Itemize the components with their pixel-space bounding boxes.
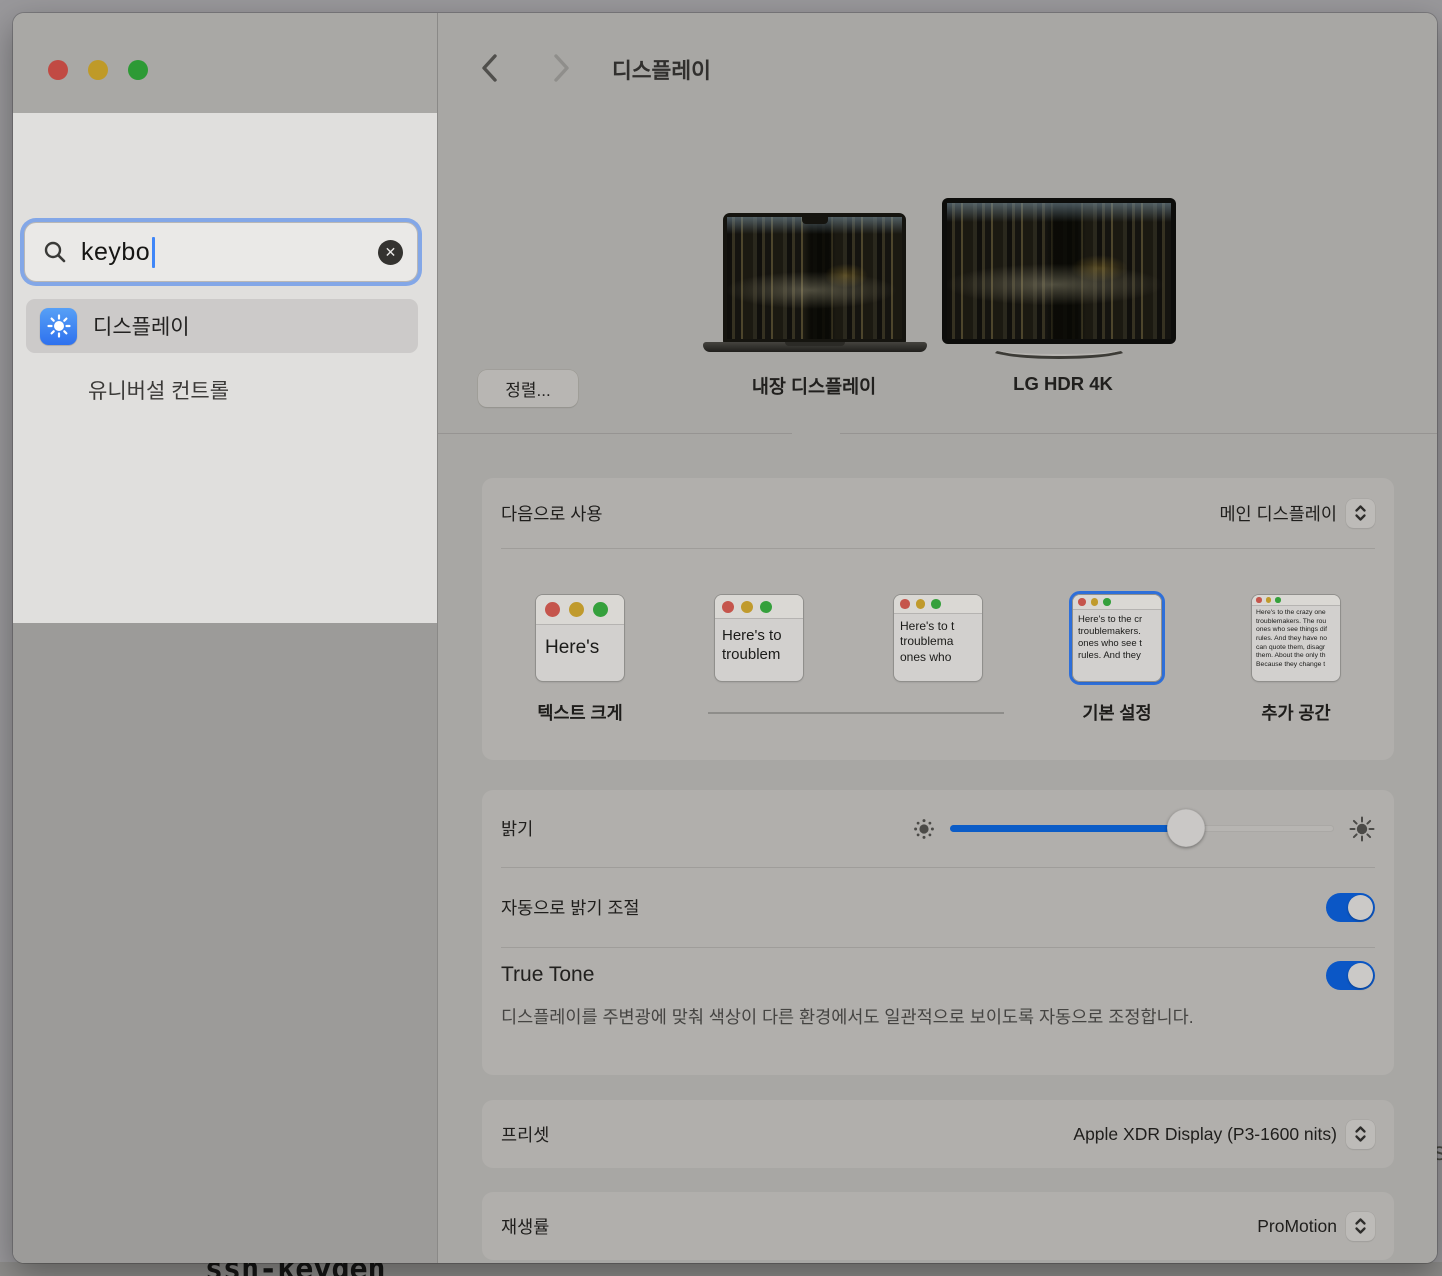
builtin-display-label: 내장 디스플레이 — [752, 373, 876, 399]
scaling-label-default: 기본 설정 — [1082, 700, 1151, 725]
mini-window-titlebar — [536, 595, 624, 625]
search-results-panel: keybo ✕ 디스플레이 — [13, 113, 437, 623]
page-title: 디스플레이 — [612, 54, 711, 85]
forward-button[interactable] — [550, 53, 572, 83]
scaling-label-larger-text: 텍스트 크게 — [537, 700, 622, 725]
scaling-option-3[interactable]: Here's to t troublema ones who — [894, 595, 982, 681]
zoom-button[interactable] — [128, 60, 148, 80]
auto-brightness-toggle[interactable] — [1326, 893, 1375, 922]
use-as-control[interactable]: 메인 디스플레이 — [1219, 499, 1375, 528]
window-controls — [48, 60, 148, 80]
sidebar-item-label: 디스플레이 — [93, 311, 190, 341]
scaling-option-larger-text[interactable]: Here's — [536, 595, 624, 681]
external-display-thumbnail[interactable] — [942, 198, 1176, 344]
selected-display-pointer — [793, 417, 839, 434]
sidebar-item-label: 유니버설 컨트롤 — [88, 375, 229, 405]
sidebar: keybo ✕ 디스플레이 — [13, 13, 437, 1263]
mini-window-titlebar — [1252, 595, 1340, 606]
mini-window-titlebar — [894, 595, 982, 614]
section-divider — [438, 433, 1437, 434]
wallpaper-preview — [727, 217, 902, 339]
refresh-rate-control[interactable]: ProMotion — [1257, 1212, 1375, 1241]
scaling-label-more-space: 추가 공간 — [1261, 700, 1330, 725]
use-as-label: 다음으로 사용 — [501, 501, 602, 526]
minimize-button[interactable] — [88, 60, 108, 80]
preset-value: Apple XDR Display (P3-1600 nits) — [1073, 1124, 1337, 1145]
monitor-stand — [989, 339, 1129, 359]
laptop-notch — [802, 217, 828, 224]
preset-label: 프리셋 — [501, 1122, 549, 1147]
preset-card: 프리셋 Apple XDR Display (P3-1600 nits) — [482, 1100, 1394, 1168]
brightness-card: 밝기 — [482, 790, 1394, 1075]
display-brightness-icon — [40, 308, 77, 345]
scaling-scale-line — [708, 712, 1004, 714]
display-settings-pane: 디스플레이 내장 디스플레이 LG HDR 4K 정렬... 다음으로 사용 메… — [437, 13, 1437, 1263]
preset-stepper[interactable] — [1346, 1120, 1375, 1149]
arrange-button[interactable]: 정렬... — [478, 370, 578, 407]
true-tone-description: 디스플레이를 주변광에 맞춰 색상이 다른 환경에서도 일관적으로 보이도록 자… — [501, 1003, 1241, 1031]
slider-knob[interactable] — [1167, 809, 1205, 847]
slider-track[interactable] — [950, 825, 1334, 832]
search-query-text: keybo — [81, 238, 150, 267]
chevron-up-down-icon — [1354, 1125, 1367, 1143]
builtin-display-thumbnail[interactable] — [723, 213, 906, 343]
brightness-slider[interactable] — [913, 816, 1375, 842]
external-display-label: LG HDR 4K — [1013, 373, 1113, 395]
system-settings-window: keybo ✕ 디스플레이 — [13, 13, 1437, 1263]
brightness-label: 밝기 — [501, 816, 533, 841]
scaling-option-more-space[interactable]: Here's to the crazy one troublemakers. T… — [1252, 595, 1340, 681]
back-button[interactable] — [479, 53, 501, 83]
search-input[interactable]: keybo ✕ — [24, 222, 418, 282]
scaling-option-default[interactable]: Here's to the cr troublemakers. ones who… — [1073, 595, 1161, 681]
use-as-value: 메인 디스플레이 — [1219, 501, 1337, 526]
scaling-option-2[interactable]: Here's to troublem — [715, 595, 803, 681]
preset-control[interactable]: Apple XDR Display (P3-1600 nits) — [1073, 1120, 1375, 1149]
wallpaper-preview — [947, 203, 1171, 339]
sidebar-item-universal-control[interactable]: 유니버설 컨트롤 — [88, 375, 229, 405]
brightness-low-icon — [913, 818, 935, 840]
chevron-up-down-icon — [1354, 1217, 1367, 1235]
laptop-base — [703, 342, 927, 352]
slider-fill — [950, 825, 1186, 832]
clear-search-button[interactable]: ✕ — [378, 240, 403, 265]
refresh-rate-label: 재생률 — [501, 1214, 549, 1239]
auto-brightness-label: 자동으로 밝기 조절 — [501, 895, 640, 920]
mini-window-titlebar — [1073, 595, 1161, 610]
refresh-rate-value: ProMotion — [1257, 1216, 1337, 1237]
brightness-high-icon — [1349, 816, 1375, 842]
refresh-rate-card: 재생률 ProMotion — [482, 1192, 1394, 1260]
sidebar-item-displays[interactable]: 디스플레이 — [26, 299, 418, 353]
refresh-rate-stepper[interactable] — [1346, 1212, 1375, 1241]
mini-window-titlebar — [715, 595, 803, 619]
sidebar-dimmed-area — [13, 623, 437, 1263]
search-icon — [43, 240, 67, 264]
close-button[interactable] — [48, 60, 68, 80]
true-tone-toggle[interactable] — [1326, 961, 1375, 990]
use-as-stepper[interactable] — [1346, 499, 1375, 528]
chevron-up-down-icon — [1354, 504, 1367, 522]
text-cursor — [152, 237, 155, 268]
display-mode-card: 다음으로 사용 메인 디스플레이 Here's — [482, 478, 1394, 760]
true-tone-label: True Tone — [501, 963, 594, 987]
